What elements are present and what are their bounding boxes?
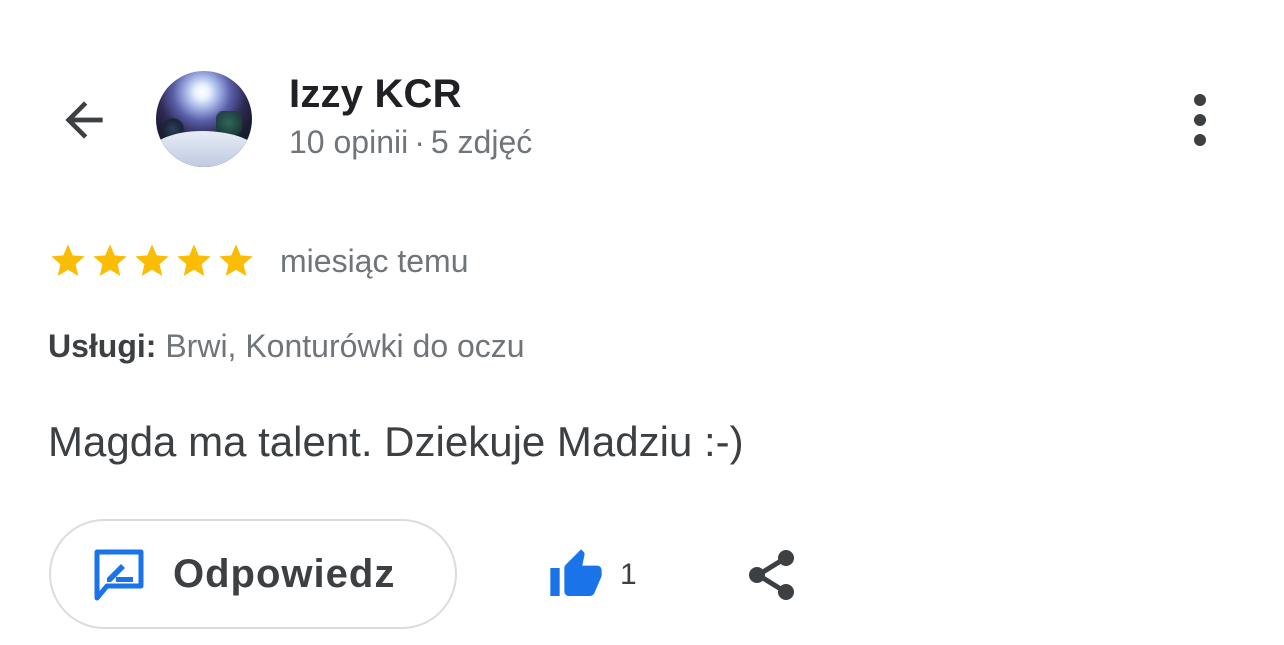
like-count: 1 bbox=[620, 558, 637, 591]
back-button[interactable] bbox=[52, 88, 116, 152]
star-icon bbox=[177, 244, 211, 276]
star-icon bbox=[219, 244, 253, 276]
review-text: Magda ma talent. Dziekuje Madziu :-) bbox=[48, 418, 744, 465]
star-icon bbox=[93, 244, 127, 276]
more-options-button[interactable] bbox=[1176, 90, 1224, 150]
avatar[interactable] bbox=[156, 71, 252, 167]
reviewer-review-count: 10 opinii bbox=[289, 124, 409, 160]
reviewer-name[interactable]: Izzy KCR bbox=[289, 72, 462, 117]
star-rating bbox=[48, 241, 256, 281]
like-button[interactable]: 1 bbox=[546, 540, 637, 610]
reply-edit-icon bbox=[91, 546, 147, 602]
share-button[interactable] bbox=[742, 544, 802, 606]
reply-button[interactable]: Odpowiedz bbox=[49, 519, 457, 629]
services-line: Usługi: Brwi, Konturówki do oczu bbox=[48, 328, 525, 365]
avatar-decoration bbox=[156, 131, 252, 167]
more-vertical-icon bbox=[1194, 94, 1206, 146]
star-icon bbox=[51, 244, 85, 276]
reviewer-photo-count: 5 zdjęć bbox=[430, 124, 533, 160]
reviewer-meta: 10 opinii · 5 zdjęć bbox=[289, 124, 532, 161]
share-icon bbox=[749, 550, 794, 600]
thumb-up-icon bbox=[550, 549, 602, 596]
rating-row: miesiąc temu bbox=[48, 236, 469, 286]
meta-separator: · bbox=[414, 124, 425, 160]
review-date: miesiąc temu bbox=[280, 242, 469, 279]
star-icon bbox=[135, 244, 169, 276]
services-label: Usługi: bbox=[48, 328, 157, 364]
reply-button-label: Odpowiedz bbox=[173, 551, 396, 596]
services-value: Brwi, Konturówki do oczu bbox=[165, 328, 525, 364]
arrow-back-icon bbox=[65, 101, 103, 139]
